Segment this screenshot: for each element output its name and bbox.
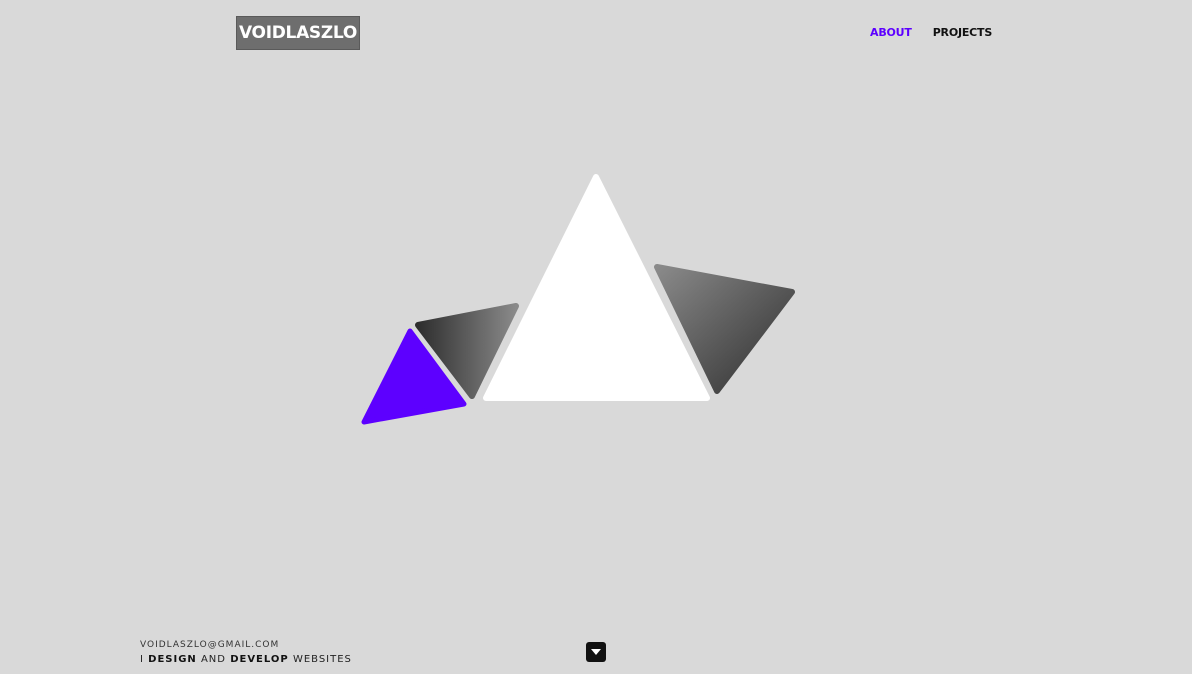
hero-triangles-graphic — [361, 174, 795, 425]
tagline-develop: DEVELOP — [230, 654, 289, 665]
tagline-prefix: I — [140, 654, 144, 665]
contact-email[interactable]: VOIDLASZLO@GMAIL.COM — [140, 640, 279, 650]
tagline-and: AND — [200, 654, 226, 665]
scroll-down-button[interactable] — [586, 642, 606, 662]
tagline-suffix: WEBSITES — [292, 654, 352, 665]
tagline: I DESIGN AND DEVELOP WEBSITES — [140, 654, 352, 665]
caret-down-icon — [591, 649, 601, 655]
tagline-design: DESIGN — [148, 654, 197, 665]
